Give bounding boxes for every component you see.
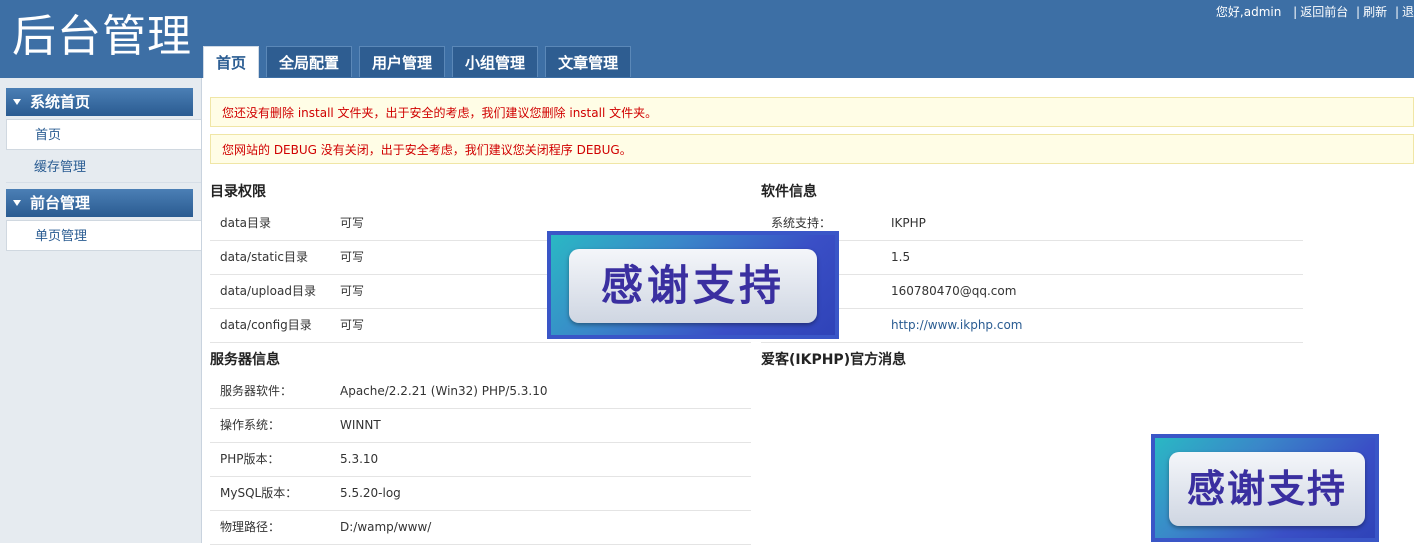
row-key: data/config目录 [220, 318, 312, 332]
banner-plate: 感谢支持 [569, 249, 817, 323]
section-title-server: 服务器信息 [210, 352, 280, 368]
table-row: http://www.ikphp.com [761, 309, 1303, 343]
banner-plate: 感谢支持 [1169, 452, 1365, 526]
tab-home[interactable]: 首页 [203, 46, 260, 78]
sidebar-group-system-home[interactable]: 系统首页 [6, 88, 193, 116]
header-bar: 后台管理 您好,admin | 返回前台 | 刷新 | 退 首页 全局配置 用户管理 … [0, 0, 1414, 78]
row-key: PHP版本： [220, 452, 280, 466]
sidebar-item-single-page[interactable]: 单页管理 [6, 220, 201, 251]
section-title-dir-perms: 目录权限 [210, 184, 266, 200]
server-table: 服务器软件： Apache/2.2.21 (Win32) PHP/5.3.10 操… [210, 375, 751, 545]
sidebar-group-frontend[interactable]: 前台管理 [6, 189, 193, 217]
row-value: 5.5.20-log [340, 486, 401, 500]
table-row: 1.5 [761, 241, 1303, 275]
row-value: 160780470@qq.com [891, 284, 1017, 298]
software-table: 系统支持： IKPHP 1.5 160780470@qq.com http://w… [761, 207, 1303, 343]
row-value: WINNT [340, 418, 381, 432]
row-value: 1.5 [891, 250, 911, 264]
table-row: MySQL版本： 5.5.20-log [210, 477, 751, 511]
table-row: 160780470@qq.com [761, 275, 1303, 309]
row-value: 可写 [340, 216, 365, 230]
table-row: 服务器软件： Apache/2.2.21 (Win32) PHP/5.3.10 [210, 375, 751, 409]
row-key: 操作系统： [220, 418, 281, 432]
thanks-banner: 感谢支持 [1151, 434, 1379, 542]
back-to-front-link[interactable]: 返回前台 [1300, 3, 1348, 20]
row-value: 5.3.10 [340, 452, 379, 466]
row-value: 可写 [340, 284, 365, 298]
sidebar-item-cache[interactable]: 缓存管理 [6, 152, 201, 183]
row-key: MySQL版本： [220, 486, 298, 500]
banner-text: 感谢支持 [1186, 467, 1347, 511]
thanks-banner: 感谢支持 [547, 231, 839, 339]
sidebar-group-label: 前台管理 [30, 194, 91, 212]
row-key: data目录 [220, 216, 272, 230]
top-links: 您好,admin | 返回前台 | 刷新 | 退 [1216, 3, 1414, 20]
row-value: Apache/2.2.21 (Win32) PHP/5.3.10 [340, 384, 548, 398]
row-value: 可写 [340, 250, 365, 264]
main-content: 您还没有删除 install 文件夹，出于安全的考虑，我们建议您删除 insta… [202, 78, 1414, 545]
tab-global-config[interactable]: 全局配置 [266, 46, 353, 77]
row-value: 可写 [340, 318, 365, 332]
divider: | [1356, 5, 1361, 19]
tab-user-management[interactable]: 用户管理 [359, 46, 446, 77]
sidebar: 系统首页 首页 缓存管理 前台管理 单页管理 [0, 78, 202, 543]
banner-text: 感谢支持 [600, 261, 785, 310]
official-site-link[interactable]: http://www.ikphp.com [891, 318, 1022, 332]
refresh-link[interactable]: 刷新 [1363, 3, 1387, 20]
divider: | [1293, 5, 1298, 19]
sidebar-item-home[interactable]: 首页 [6, 119, 201, 150]
row-value: IKPHP [891, 216, 926, 230]
row-key: 服务器软件： [220, 384, 293, 398]
tab-article-management[interactable]: 文章管理 [545, 46, 632, 77]
table-row: PHP版本： 5.3.10 [210, 443, 751, 477]
section-title-software: 软件信息 [761, 184, 817, 200]
row-value: D:/wamp/www/ [340, 520, 432, 534]
row-key: 物理路径： [220, 520, 281, 534]
main-tabs: 首页 全局配置 用户管理 小组管理 文章管理 [203, 46, 638, 78]
table-row: 物理路径： D:/wamp/www/ [210, 511, 751, 545]
caret-down-icon [13, 99, 21, 105]
caret-down-icon [13, 200, 21, 206]
sidebar-group-label: 系统首页 [30, 93, 91, 111]
row-key: data/static目录 [220, 250, 309, 264]
notice-debug: 您网站的 DEBUG 没有关闭，出于安全考虑，我们建议您关闭程序 DEBUG。 [210, 134, 1414, 164]
logout-link[interactable]: 退 [1402, 3, 1414, 20]
table-row: 系统支持： IKPHP [761, 207, 1303, 241]
row-value: http://www.ikphp.com [891, 309, 1022, 342]
section-title-news: 爱客(IKPHP)官方消息 [761, 352, 907, 368]
table-row: 操作系统： WINNT [210, 409, 751, 443]
notice-install: 您还没有删除 install 文件夹，出于安全的考虑，我们建议您删除 insta… [210, 97, 1414, 127]
tab-group-management[interactable]: 小组管理 [452, 46, 539, 77]
greeting-text: 您好,admin [1215, 5, 1282, 19]
divider: | [1394, 5, 1399, 19]
row-key: data/upload目录 [220, 284, 316, 298]
app-title: 后台管理 [12, 11, 192, 62]
